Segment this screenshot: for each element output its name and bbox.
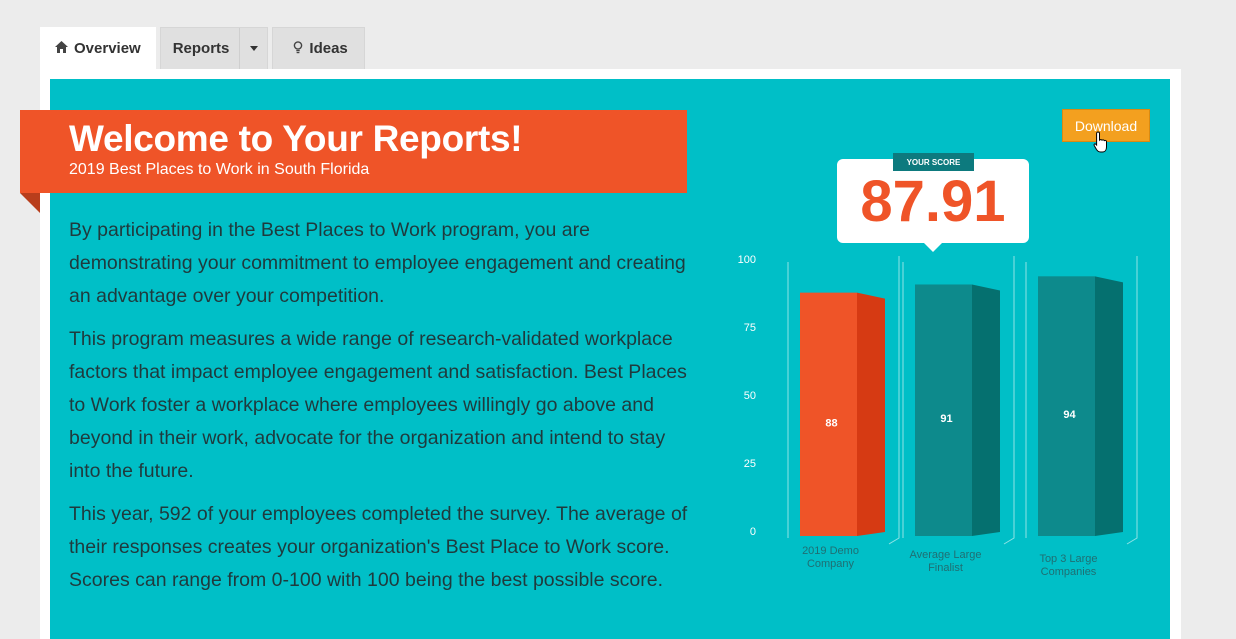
- y-tick-label: 50: [744, 390, 756, 402]
- bar: [800, 292, 857, 536]
- y-tick-label: 100: [738, 254, 756, 266]
- bar-side: [857, 292, 885, 536]
- chart-divider: [888, 256, 900, 545]
- y-tick-label: 0: [750, 526, 756, 538]
- chart-divider: [1003, 256, 1015, 545]
- bar-value-label: 88: [825, 417, 837, 429]
- score-pointer: [923, 242, 943, 252]
- chart-divider: [1126, 256, 1138, 545]
- score-value: 87.91: [837, 159, 1029, 243]
- bar: [915, 284, 972, 536]
- y-tick-label: 75: [744, 322, 756, 334]
- bar: [1038, 276, 1095, 536]
- bar-value-label: 91: [940, 413, 952, 425]
- bar-value-label: 94: [1063, 409, 1076, 421]
- bar-side: [972, 284, 1000, 536]
- score-chart: 0 25 50 75 100 88 2019 Demo Company 91 Average La…: [738, 254, 1138, 578]
- category-label: 2019 Demo Company: [802, 545, 859, 570]
- category-label: Top 3 Large Companies: [1039, 553, 1097, 578]
- y-tick-label: 25: [744, 458, 756, 470]
- your-score-ribbon: YOUR SCORE: [893, 153, 974, 171]
- bar-side: [1095, 276, 1123, 536]
- category-label: Average Large Finalist: [910, 549, 982, 574]
